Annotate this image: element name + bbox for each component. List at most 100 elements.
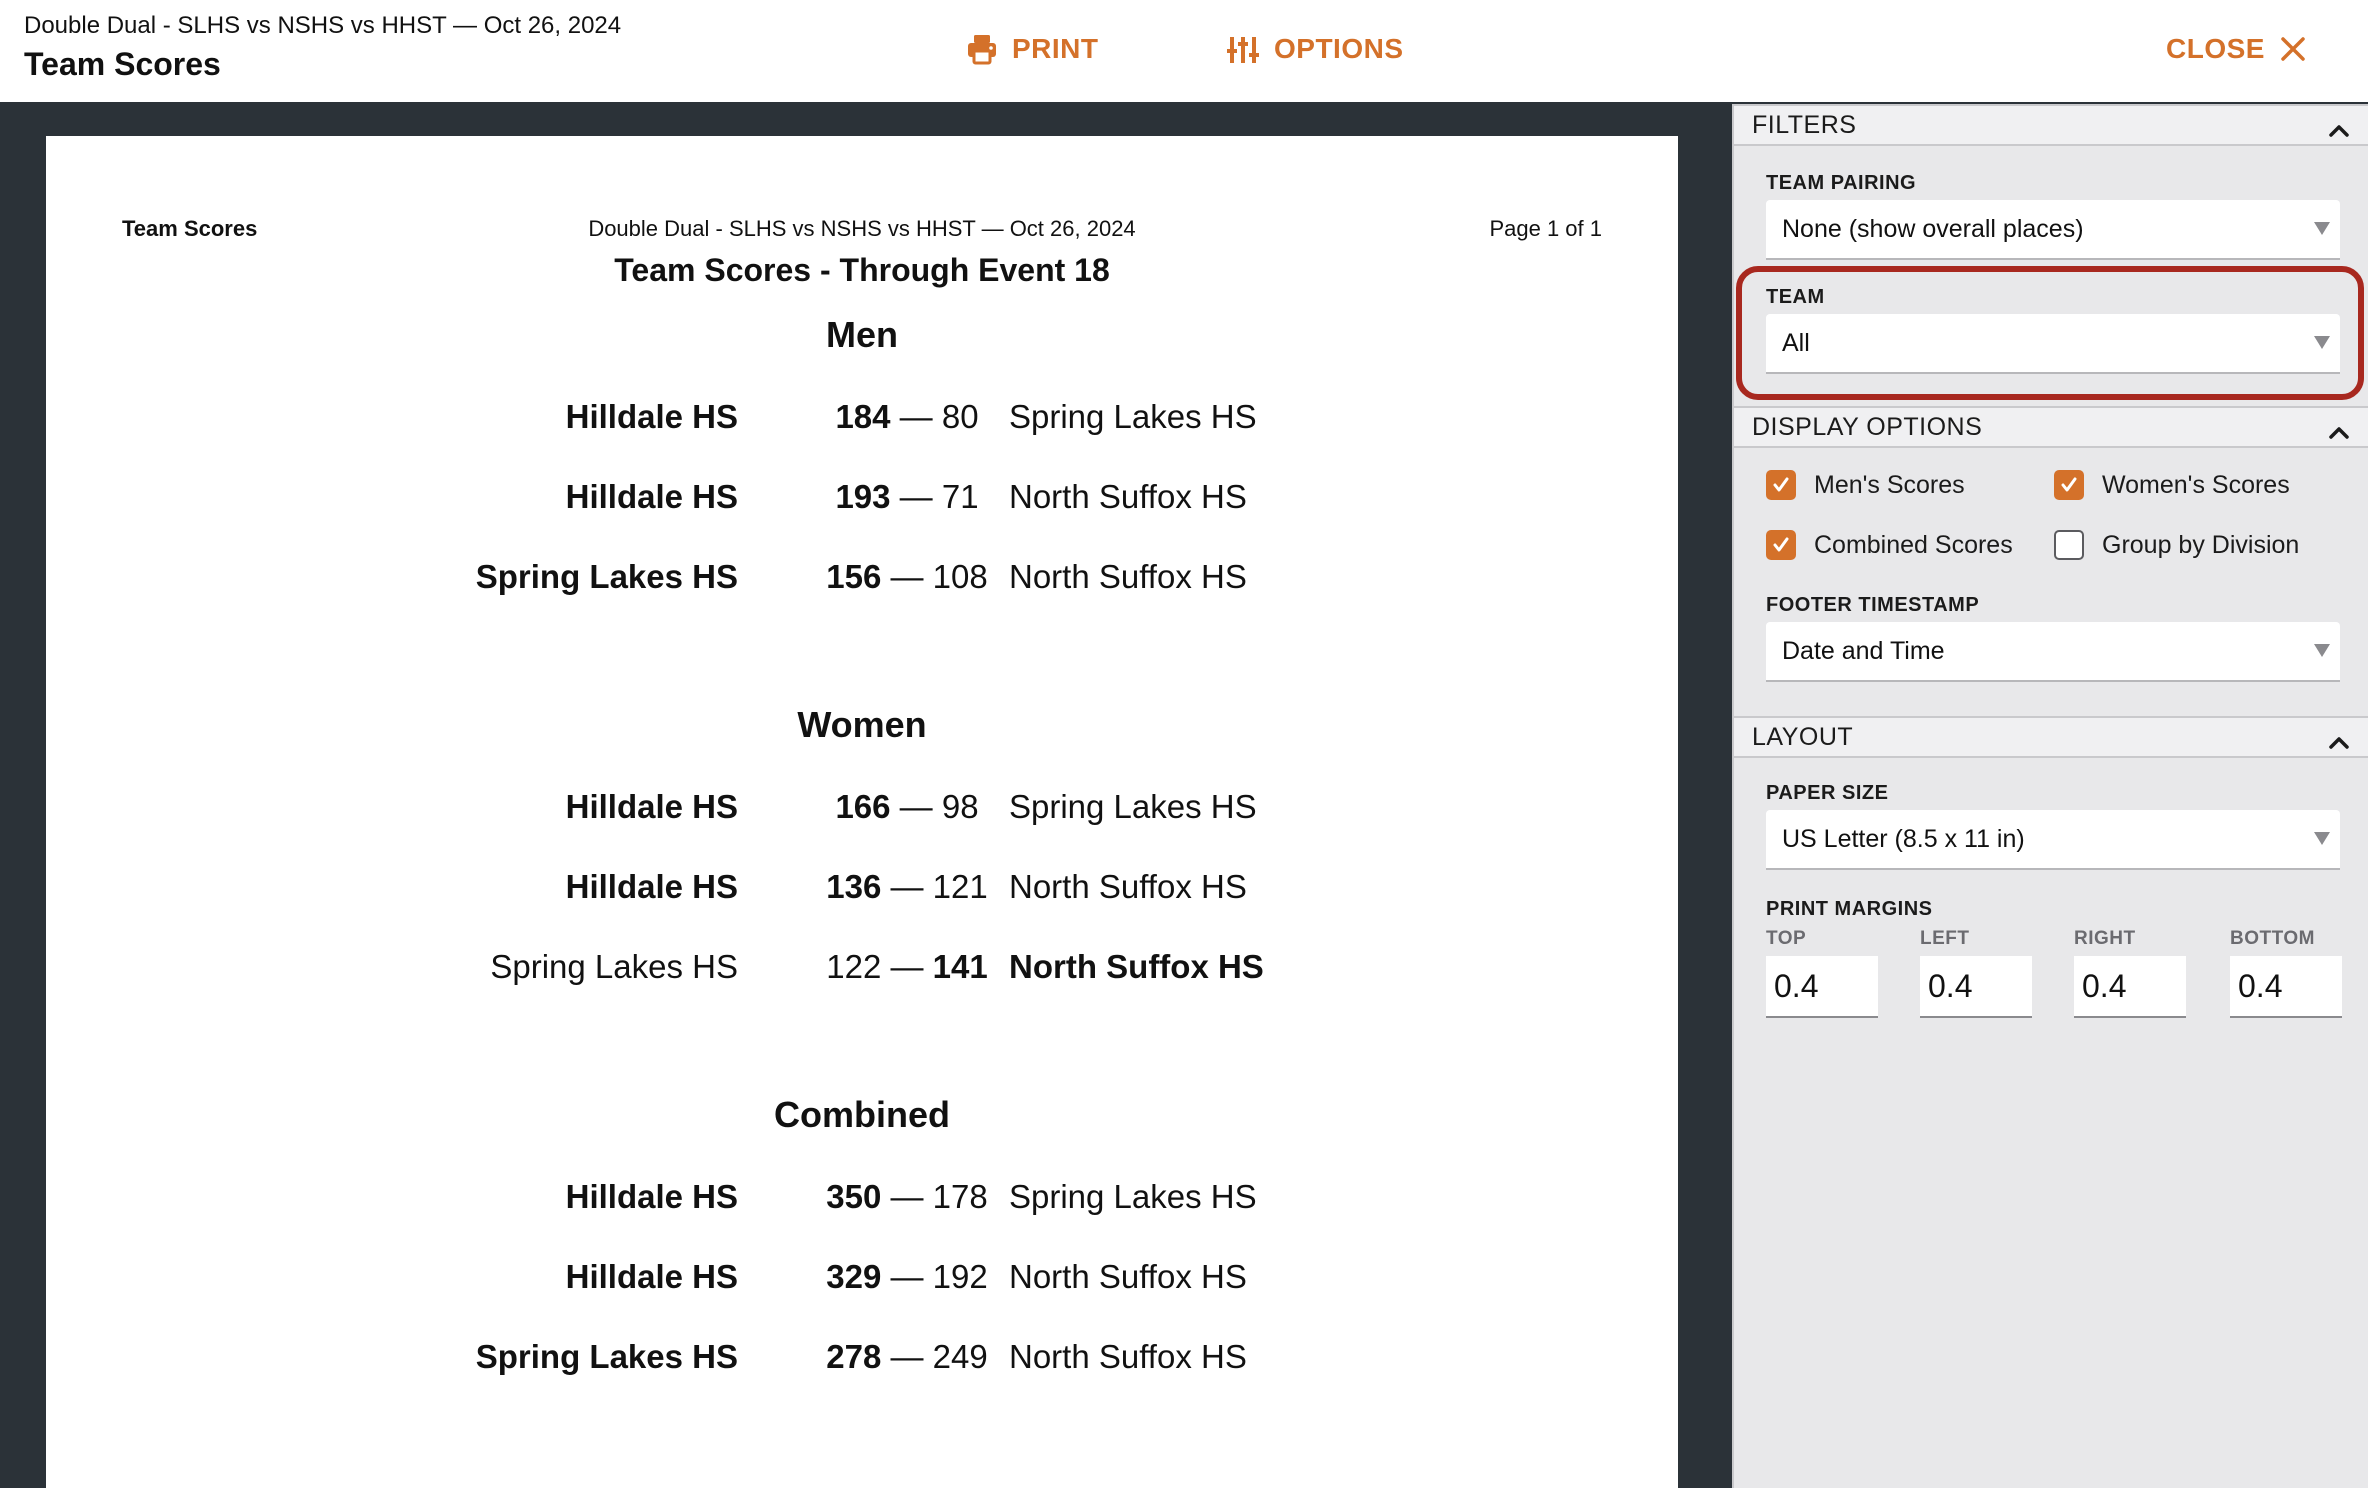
group-by-division-checkbox[interactable]: Group by Division [2054,530,2299,560]
team-pairing-select[interactable]: None (show overall places) [1766,200,2340,260]
chevron-up-icon [2328,728,2350,757]
margin-top-input[interactable]: 0.4 [1766,956,1878,1018]
score-b: 98 [941,788,979,825]
score-b: 80 [941,398,979,435]
team-b-name: Spring Lakes HS [1009,788,1257,825]
score-separator: — [890,398,942,435]
chevron-up-icon [2328,116,2350,145]
score-a: 184 [835,398,891,435]
team-value: All [1782,328,1810,357]
print-label: PRINT [1012,33,1099,64]
team-pairing-value: None (show overall places) [1782,214,2084,243]
page-number: Page 1 of 1 [1489,216,1602,241]
print-margins-label: PRINT MARGINS [1766,898,1933,920]
team-a-name: Spring Lakes HS [475,558,738,595]
team-pairing-label: TEAM PAIRING [1766,172,1917,194]
team-a-name: Hilldale HS [565,398,738,435]
options-panel: FILTERS TEAM PAIRING None (show overall … [1732,104,2368,1488]
close-button[interactable]: CLOSE [2166,28,2307,70]
score-b: 108 [932,558,988,595]
score-row: Hilldale HS 136 — 121 North Suffox HS [46,868,1678,918]
team-label: TEAM [1766,286,1825,308]
team-b-name: North Suffox HS [1009,478,1247,515]
team-select[interactable]: All [1766,314,2340,374]
score-a: 156 [826,558,882,595]
options-button[interactable]: OPTIONS [1226,28,1404,70]
display-options-section-header[interactable]: DISPLAY OPTIONS [1734,406,2368,448]
score-row: Hilldale HS 350 — 178 Spring Lakes HS [46,1178,1678,1228]
score-separator: — [890,788,942,825]
caret-down-icon [2314,832,2330,845]
score-b: 71 [941,478,979,515]
score-row: Spring Lakes HS 278 — 249 North Suffox HS [46,1338,1678,1388]
team-b-name: North Suffox HS [1009,558,1247,595]
group-by-division-label: Group by Division [2102,530,2300,559]
score-b: 249 [932,1338,988,1375]
report-title: Team Scores - Through Event 18 [614,252,1110,288]
checkbox-checked-icon [1766,530,1796,560]
close-label: CLOSE [2166,33,2265,64]
score-a: 166 [835,788,891,825]
team-b-name: North Suffox HS [1009,948,1264,985]
checkbox-checked-icon [1766,470,1796,500]
checkbox-unchecked-icon [2054,530,2084,560]
score-separator: — [881,868,933,905]
printer-icon [966,33,998,65]
team-a-name: Hilldale HS [565,868,738,905]
score-a: 329 [826,1258,882,1295]
score-separator: — [881,948,933,985]
caret-down-icon [2314,336,2330,349]
section-title-men: Men [826,314,898,355]
report-page: Team Scores Double Dual - SLHS vs NSHS v… [46,136,1678,1488]
checkbox-checked-icon [2054,470,2084,500]
score-separator: — [881,558,933,595]
sliders-icon [1226,33,1260,65]
team-a-name: Hilldale HS [565,1178,738,1215]
team-b-name: North Suffox HS [1009,1258,1247,1295]
section-title-combined: Combined [774,1094,950,1135]
score-separator: — [881,1338,933,1375]
page-title: Team Scores [24,46,221,82]
score-row: Spring Lakes HS 122 — 141 North Suffox HS [46,948,1678,998]
print-button[interactable]: PRINT [966,28,1099,70]
margin-right-label: RIGHT [2074,928,2136,949]
margin-left-label: LEFT [1920,928,1970,949]
layout-section-header[interactable]: LAYOUT [1734,716,2368,758]
score-a: 122 [826,948,882,985]
chevron-up-icon [2328,418,2350,447]
display-options-header-label: DISPLAY OPTIONS [1752,412,1983,441]
combined-scores-label: Combined Scores [1814,530,2013,559]
meet-subtitle: Double Dual - SLHS vs NSHS vs HHST — Oct… [24,12,622,39]
combined-scores-checkbox[interactable]: Combined Scores [1766,530,2013,560]
filters-section-header[interactable]: FILTERS [1734,104,2368,146]
score-a: 350 [826,1178,882,1215]
section-title-women: Women [797,704,927,745]
score-row: Hilldale HS 166 — 98 Spring Lakes HS [46,788,1678,838]
womens-scores-checkbox[interactable]: Women's Scores [2054,470,2290,500]
womens-scores-label: Women's Scores [2102,470,2290,499]
margin-left-input[interactable]: 0.4 [1920,956,2032,1018]
margin-right-input[interactable]: 0.4 [2074,956,2186,1018]
footer-timestamp-label: FOOTER TIMESTAMP [1766,594,1980,616]
paper-size-label: PAPER SIZE [1766,782,1889,804]
score-row: Hilldale HS 184 — 80 Spring Lakes HS [46,398,1678,448]
filters-header-label: FILTERS [1752,110,1857,139]
paper-size-select[interactable]: US Letter (8.5 x 11 in) [1766,810,2340,870]
caret-down-icon [2314,222,2330,235]
score-a: 136 [826,868,882,905]
footer-timestamp-select[interactable]: Date and Time [1766,622,2340,682]
team-b-name: North Suffox HS [1009,1338,1247,1375]
score-a: 193 [835,478,891,515]
print-preview: Team Scores Double Dual - SLHS vs NSHS v… [0,104,1732,1488]
margin-bottom-label: BOTTOM [2230,928,2315,949]
score-row: Hilldale HS 329 — 192 North Suffox HS [46,1258,1678,1308]
team-b-name: Spring Lakes HS [1009,1178,1257,1215]
margin-bottom-input[interactable]: 0.4 [2230,956,2342,1018]
score-separator: — [881,1258,933,1295]
score-b: 178 [932,1178,988,1215]
paper-size-value: US Letter (8.5 x 11 in) [1782,824,2025,853]
caret-down-icon [2314,644,2330,657]
mens-scores-checkbox[interactable]: Men's Scores [1766,470,1965,500]
score-b: 121 [932,868,988,905]
top-bar: Double Dual - SLHS vs NSHS vs HHST — Oct… [0,0,2368,104]
